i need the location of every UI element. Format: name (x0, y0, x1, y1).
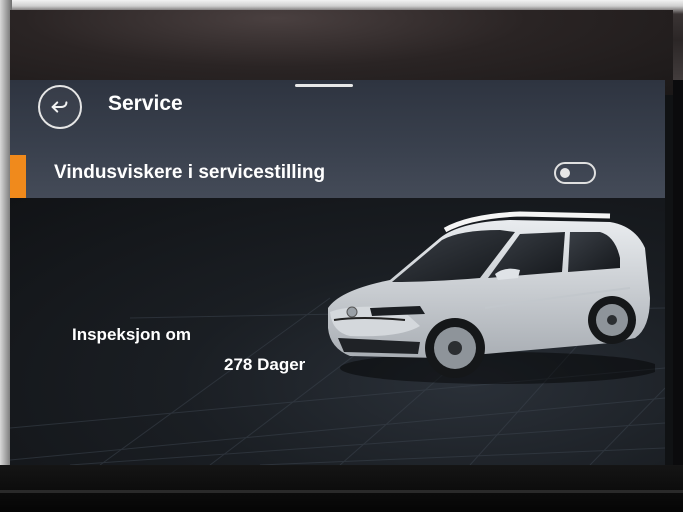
wiper-service-label: Vindusviskere i servicestilling (54, 162, 326, 183)
wiper-service-toggle[interactable] (554, 162, 596, 184)
inspection-label: Inspeksjon om (72, 325, 192, 344)
vehicle-illustration (328, 211, 655, 384)
page-title: Service (108, 92, 183, 115)
wiper-service-setting[interactable]: Vindusviskere i servicestilling (54, 158, 654, 194)
toggle-knob (560, 168, 570, 178)
back-button[interactable] (38, 85, 82, 129)
pull-down-handle[interactable] (295, 84, 353, 87)
screen-bezel-bottom (0, 465, 683, 512)
infotainment-screen: Service Vindusviskere i servicestilling … (10, 10, 673, 465)
back-arrow-icon (51, 101, 68, 113)
inspection-days-value: 278 Dager (224, 355, 306, 374)
dashboard-trim (0, 490, 683, 493)
